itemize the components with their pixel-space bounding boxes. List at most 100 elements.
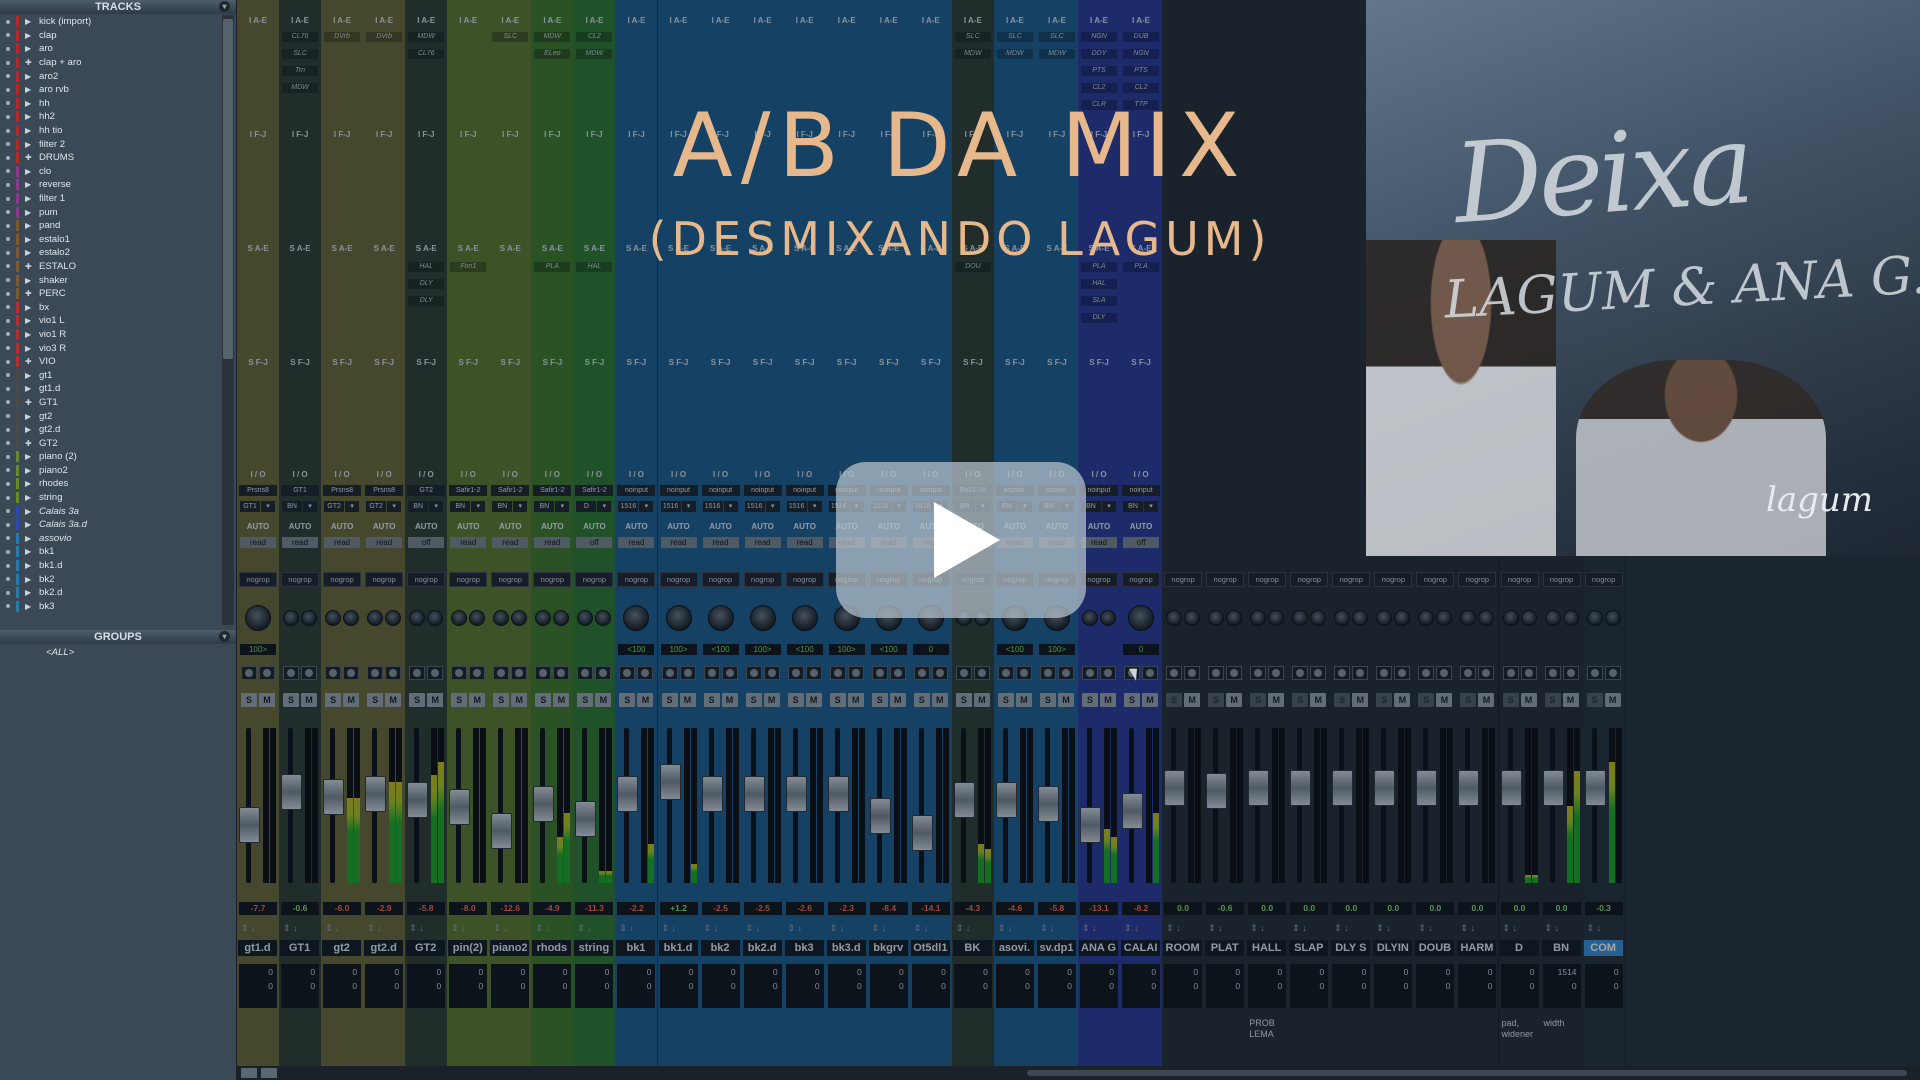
track-visibility-dot[interactable] — [6, 46, 10, 51]
track-name-plate[interactable]: D — [1499, 940, 1539, 956]
volume-fader[interactable] — [1500, 770, 1522, 807]
mute-button[interactable]: M — [889, 693, 906, 707]
output-selector[interactable]: GT1 — [240, 501, 260, 512]
input-monitor-button[interactable] — [745, 666, 762, 680]
record-enable-button[interactable] — [1142, 666, 1159, 680]
input-monitor-button[interactable] — [535, 666, 552, 680]
volume-fader[interactable] — [1584, 770, 1606, 807]
track-row[interactable]: ▶ kick (import) — [0, 15, 220, 29]
automation-mode[interactable]: read — [282, 537, 319, 548]
solo-button[interactable]: S — [1166, 693, 1183, 707]
group-selector[interactable]: nogrop — [1584, 572, 1623, 587]
insert-slot[interactable]: CL2 — [1081, 83, 1117, 93]
input-monitor-button[interactable] — [1082, 666, 1098, 680]
track-name-plate[interactable]: rhods — [532, 940, 572, 956]
track-visibility-dot[interactable] — [6, 604, 10, 609]
track-visibility-dot[interactable] — [6, 495, 10, 500]
pan-value[interactable]: 100> — [1038, 644, 1075, 655]
track-row[interactable]: ▶ vio1 L — [0, 314, 220, 328]
volume-readout[interactable]: -4.9 — [533, 902, 572, 915]
track-name-plate[interactable]: bk2 — [700, 940, 740, 956]
group-selector[interactable]: nogrop — [449, 572, 488, 587]
track-name-plate[interactable]: gt1.d — [238, 940, 278, 956]
track-visibility-dot[interactable] — [6, 318, 10, 323]
track-row[interactable]: ▶ assovio — [0, 532, 220, 546]
track-row[interactable]: ▶ aro rvb — [0, 83, 220, 97]
volume-readout[interactable]: -0.6 — [1206, 902, 1245, 915]
insert-slot[interactable]: SLC — [996, 32, 1033, 42]
mute-button[interactable]: M — [1520, 693, 1537, 707]
track-visibility-dot[interactable] — [6, 346, 10, 351]
group-selector[interactable]: nogrop — [1500, 572, 1539, 587]
volume-fader[interactable] — [533, 786, 555, 823]
record-enable-button[interactable] — [973, 666, 990, 680]
pan-knob-left[interactable] — [367, 610, 384, 626]
mute-button[interactable]: M — [1015, 693, 1032, 707]
record-enable-button[interactable] — [1562, 666, 1579, 680]
track-name-plate[interactable]: SLAP — [1289, 940, 1329, 956]
mute-button[interactable]: M — [1184, 693, 1201, 707]
input-monitor-button[interactable] — [493, 666, 510, 680]
input-monitor-button[interactable] — [829, 666, 846, 680]
mute-button[interactable]: M — [1394, 693, 1411, 707]
pan-knob[interactable] — [1128, 605, 1155, 631]
input-monitor-button[interactable] — [913, 666, 930, 680]
volume-readout[interactable]: -2.5 — [743, 902, 782, 915]
pan-knob-right[interactable] — [385, 610, 402, 626]
pan-value[interactable]: <100 — [702, 644, 739, 655]
insert-slot[interactable]: DVrb — [324, 32, 361, 42]
output-arrow[interactable]: ▾ — [513, 501, 528, 512]
track-row[interactable]: ▶ piano (2) — [0, 450, 220, 464]
track-name-plate[interactable]: bkgrv — [868, 940, 908, 956]
mute-button[interactable]: M — [301, 693, 318, 707]
solo-button[interactable]: S — [241, 693, 257, 707]
input-monitor-button[interactable] — [1418, 666, 1435, 680]
track-row[interactable]: ▶ string — [0, 491, 220, 505]
track-row[interactable]: ▶ gt1.d — [0, 382, 220, 396]
input-selector[interactable]: GT2 — [407, 485, 446, 496]
insert-slot[interactable]: NGN — [1081, 32, 1117, 42]
automation-mode[interactable]: read — [786, 537, 823, 548]
volume-readout[interactable]: 0.0 — [1332, 902, 1371, 915]
track-visibility-dot[interactable] — [6, 427, 10, 432]
pan-knob-left[interactable] — [1376, 610, 1393, 626]
insert-slot[interactable]: SLC — [282, 49, 319, 59]
solo-button[interactable]: S — [1544, 693, 1561, 707]
mute-button[interactable]: M — [1604, 693, 1621, 707]
input-selector[interactable]: Safir1-2 — [533, 485, 572, 496]
track-row[interactable]: ✚ GT2 — [0, 436, 220, 450]
record-enable-button[interactable] — [1184, 666, 1201, 680]
mute-button[interactable]: M — [259, 693, 275, 707]
volume-readout[interactable]: 0.0 — [1416, 902, 1455, 915]
input-selector[interactable]: Prsns8 — [365, 485, 404, 496]
pan-knob-right[interactable] — [1562, 610, 1579, 626]
track-row[interactable]: ▶ aro2 — [0, 69, 220, 83]
track-row[interactable]: ▶ clap — [0, 29, 220, 43]
track-row[interactable]: ▶ bx — [0, 300, 220, 314]
volume-readout[interactable]: -0.3 — [1584, 902, 1623, 915]
record-enable-button[interactable] — [847, 666, 864, 680]
track-visibility-dot[interactable] — [6, 19, 10, 24]
input-monitor-button[interactable] — [409, 666, 426, 680]
group-selector[interactable]: nogrop — [743, 572, 782, 587]
solo-button[interactable]: S — [703, 693, 720, 707]
insert-slot[interactable]: MDW — [576, 49, 613, 59]
volume-readout[interactable]: 0.0 — [1248, 902, 1287, 915]
group-row[interactable]: <ALL> — [0, 646, 236, 660]
solo-button[interactable]: S — [619, 693, 636, 707]
pan-knob-left[interactable] — [1586, 610, 1603, 626]
volume-readout[interactable]: -4.3 — [953, 902, 992, 915]
group-selector[interactable]: nogrop — [1332, 572, 1371, 587]
group-selector[interactable]: nogrop — [281, 572, 320, 587]
solo-button[interactable]: S — [367, 693, 384, 707]
record-enable-button[interactable] — [805, 666, 822, 680]
track-name-plate[interactable]: DOUB — [1415, 940, 1455, 956]
pan-knob-left[interactable] — [451, 610, 468, 626]
track-row[interactable]: ✚ clap + aro — [0, 56, 220, 70]
pan-knob-right[interactable] — [511, 610, 528, 626]
record-enable-button[interactable] — [469, 666, 486, 680]
insert-slot[interactable]: CL2 — [1123, 83, 1160, 93]
automation-mode[interactable]: read — [240, 537, 276, 548]
pan-knob[interactable] — [791, 605, 818, 631]
record-enable-button[interactable] — [763, 666, 780, 680]
